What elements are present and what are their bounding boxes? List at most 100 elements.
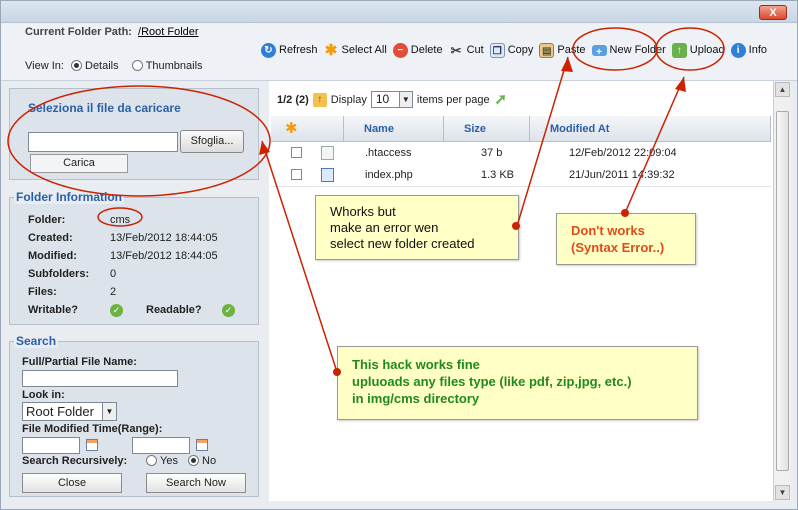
paste-button[interactable]: ▤ Paste: [539, 42, 586, 58]
current-path: Current Folder Path: /Root Folder: [25, 26, 199, 38]
thumbnails-radio[interactable]: [131, 60, 143, 71]
writable-label: Writable?: [28, 304, 78, 316]
file-name: .htaccess: [365, 147, 412, 159]
modified-label: Modified:: [28, 250, 77, 262]
grid-header: ✱ Name Size Modified At: [271, 116, 771, 142]
date-to-input[interactable]: [132, 437, 190, 454]
page-indicator: 1/2 (2): [277, 93, 309, 106]
upload-panel: Seleziona il file da caricare Sfoglia...…: [9, 88, 259, 180]
paste-icon: ▤: [539, 42, 555, 58]
look-in-select[interactable]: Root Folder ▼: [22, 402, 117, 421]
info-button[interactable]: i Info: [730, 42, 767, 58]
file-name: index.php: [365, 169, 413, 181]
column-size[interactable]: Size: [443, 116, 529, 142]
subfolders-label: Subfolders:: [28, 268, 90, 280]
upload-submit-button[interactable]: Carica: [30, 154, 128, 173]
path-label: Current Folder Path:: [25, 26, 132, 38]
delete-button[interactable]: − Delete: [392, 42, 443, 58]
look-in-label: Look in:: [22, 389, 65, 401]
select-all-button[interactable]: ✱ Select All: [324, 43, 387, 58]
previous-page-icon[interactable]: ↑: [312, 92, 327, 107]
annotation-new-folder: Whorks but make an error wen select new …: [315, 195, 519, 260]
refresh-icon: ↻: [261, 42, 276, 58]
upload-title: Seleziona il file da caricare: [28, 101, 181, 115]
subfolders-value: 0: [110, 268, 117, 280]
column-modified[interactable]: Modified At: [529, 116, 771, 142]
scroll-thumb[interactable]: [776, 111, 789, 471]
table-row[interactable]: .htaccess 37 b 12/Feb/2012 22:09:04: [271, 143, 771, 165]
time-range-label: File Modified Time(Range):: [22, 423, 163, 435]
files-value: 2: [110, 286, 117, 298]
upload-button[interactable]: ↑ Upload: [671, 42, 725, 58]
file-size: 37 b: [481, 147, 503, 159]
go-icon[interactable]: ➚: [494, 92, 508, 107]
table-row[interactable]: index.php 1.3 KB 21/Jun/2011 14:39:32: [271, 165, 771, 187]
new-folder-icon: +: [591, 44, 607, 58]
path-link[interactable]: /Root Folder: [138, 26, 199, 38]
scroll-up-icon[interactable]: ▲: [775, 82, 790, 97]
row-checkbox[interactable]: [291, 147, 302, 158]
calendar-icon[interactable]: [196, 439, 208, 451]
recursive-label: Search Recursively:: [22, 455, 128, 467]
copy-button[interactable]: ❐ Copy: [489, 42, 533, 58]
file-list-area: 1/2 (2) ↑ Display 10 ▼ items per page ➚ ✱…: [269, 81, 773, 501]
folder-info-title: Folder Information: [14, 190, 124, 204]
name-label: Full/Partial File Name:: [22, 356, 137, 368]
upload-icon: ↑: [671, 42, 687, 58]
refresh-button[interactable]: ↻ Refresh: [261, 42, 318, 58]
modified-value: 13/Feb/2012 18:44:05: [110, 250, 218, 262]
view-in-switch: View In: Details Thumbnails: [25, 60, 203, 72]
annotation-upload: Don't works (Syntax Error..): [556, 213, 696, 265]
recursive-no-radio[interactable]: No: [188, 455, 216, 467]
files-label: Files:: [28, 286, 57, 298]
details-label: Details: [85, 60, 119, 72]
per-page-select[interactable]: 10 ▼: [370, 91, 413, 108]
date-from-input[interactable]: [22, 437, 80, 454]
file-modified: 12/Feb/2012 22:09:04: [569, 147, 677, 159]
row-checkbox[interactable]: [291, 169, 302, 180]
cut-button[interactable]: ✂ Cut: [449, 43, 484, 58]
calendar-icon[interactable]: [86, 439, 98, 451]
annotation-hack: This hack works fine upluoads any files …: [337, 346, 698, 420]
file-modified: 21/Jun/2011 14:39:32: [569, 169, 675, 181]
folder-info-panel: Folder Information Folder: cms Created: …: [9, 190, 259, 325]
scissors-icon: ✂: [450, 42, 462, 58]
titlebar: X: [1, 1, 797, 23]
info-icon: i: [730, 42, 746, 58]
column-name[interactable]: Name: [343, 116, 443, 142]
new-folder-button[interactable]: + New Folder: [591, 44, 666, 58]
close-button[interactable]: X: [759, 5, 787, 20]
file-size: 1.3 KB: [481, 169, 515, 181]
toolbar: ↻ Refresh ✱ Select All − Delete ✂ Cut ❐ Copy …: [261, 41, 773, 59]
chevron-down-icon: ▼: [102, 403, 116, 420]
file-name-search-input[interactable]: [22, 370, 178, 387]
search-now-button[interactable]: Search Now: [146, 473, 246, 493]
created-value: 13/Feb/2012 18:44:05: [110, 232, 218, 244]
scroll-down-icon[interactable]: ▼: [775, 485, 790, 500]
header: Current Folder Path: /Root Folder View I…: [1, 23, 797, 81]
writable-check-icon: ✓: [110, 304, 123, 317]
search-panel: Search Full/Partial File Name: Look in: …: [9, 334, 259, 497]
delete-icon: −: [392, 42, 408, 58]
copy-icon: ❐: [489, 42, 505, 58]
php-file-icon: [321, 168, 334, 182]
browse-button[interactable]: Sfoglia...: [180, 130, 244, 153]
pager: 1/2 (2) ↑ Display 10 ▼ items per page ➚: [277, 91, 512, 108]
folder-label: Folder:: [28, 214, 66, 226]
view-in-label: View In:: [25, 60, 64, 72]
select-all-icon: ✱: [324, 41, 338, 59]
vertical-scrollbar[interactable]: ▲ ▼: [773, 81, 791, 501]
details-radio[interactable]: [71, 60, 82, 71]
close-search-button[interactable]: Close: [22, 473, 122, 493]
chevron-down-icon: ▼: [398, 92, 412, 107]
search-title: Search: [14, 334, 59, 348]
file-icon: [321, 146, 334, 160]
select-all-icon[interactable]: ✱: [285, 121, 298, 136]
file-path-input[interactable]: [28, 132, 178, 152]
folder-value: cms: [110, 214, 131, 226]
recursive-yes-radio[interactable]: Yes: [146, 455, 178, 467]
thumbnails-label: Thumbnails: [145, 60, 203, 72]
readable-check-icon: ✓: [222, 304, 235, 317]
created-label: Created:: [28, 232, 73, 244]
items-per-page-label: items per page: [416, 93, 490, 106]
